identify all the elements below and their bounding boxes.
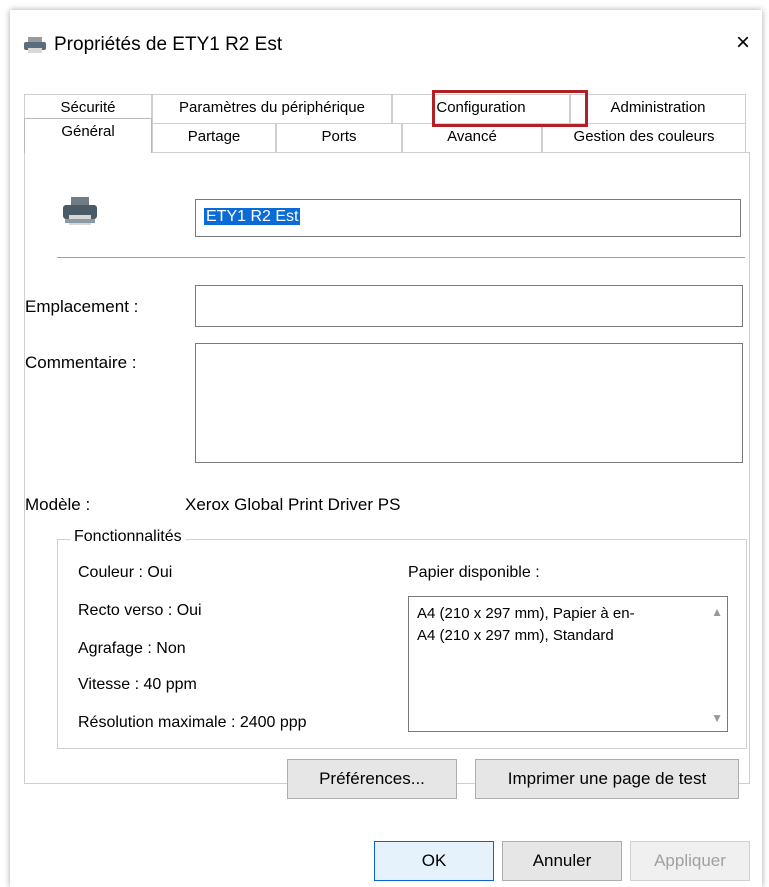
modele-value: Xerox Global Print Driver PS	[185, 495, 401, 514]
tab-configuration[interactable]: Configuration	[392, 94, 570, 124]
cancel-button[interactable]: Annuler	[502, 841, 622, 881]
tab-ports[interactable]: Ports	[276, 123, 402, 152]
feature-recto-verso: Recto verso : Oui	[78, 602, 202, 619]
emplacement-field[interactable]	[195, 285, 743, 327]
modele-label: Modèle :	[25, 495, 91, 514]
properties-window: Propriétés de ETY1 R2 Est × Sécurité Par…	[10, 10, 762, 887]
tab-general[interactable]: Général	[24, 118, 152, 153]
commentaire-label: Commentaire :	[25, 353, 137, 372]
scroll-down-icon[interactable]: ▼	[711, 711, 723, 725]
papier-label: Papier disponible :	[408, 564, 540, 581]
tab-partage[interactable]: Partage	[152, 123, 276, 152]
tab-avance[interactable]: Avancé	[402, 123, 542, 152]
features-group: Fonctionnalités Couleur : Oui Recto vers…	[57, 528, 747, 749]
window-title: Propriétés de ETY1 R2 Est	[54, 34, 283, 55]
feature-vitesse: Vitesse : 40 ppm	[78, 676, 197, 693]
paper-item: A4 (210 x 297 mm), Papier à en-	[417, 605, 635, 622]
feature-resolution: Résolution maximale : 2400 ppp	[78, 714, 307, 731]
tab-parametres-peripherique[interactable]: Paramètres du périphérique	[152, 94, 392, 124]
scroll-up-icon[interactable]: ▲	[711, 605, 723, 619]
ok-button[interactable]: OK	[374, 841, 494, 881]
tab-strip: Sécurité Paramètres du périphérique Conf…	[24, 90, 746, 153]
title-bar: Propriétés de ETY1 R2 Est ×	[10, 10, 762, 72]
features-title: Fonctionnalités	[70, 528, 186, 546]
separator-line	[57, 257, 745, 258]
close-icon[interactable]: ×	[728, 28, 758, 58]
general-panel: ETY1 R2 Est Emplacement : Commentaire : …	[24, 152, 750, 799]
preferences-button[interactable]: Préférences...	[287, 759, 457, 799]
feature-agrafage: Agrafage : Non	[78, 640, 186, 657]
printer-icon	[63, 197, 97, 225]
tab-administration[interactable]: Administration	[570, 94, 746, 124]
printer-title-icon	[24, 37, 46, 53]
tab-gestion-couleurs[interactable]: Gestion des couleurs	[542, 123, 746, 152]
printer-name-field[interactable]: ETY1 R2 Est	[195, 199, 741, 237]
printer-name-selected-text: ETY1 R2 Est	[204, 208, 301, 225]
emplacement-label: Emplacement :	[25, 297, 139, 316]
commentaire-field[interactable]	[195, 343, 743, 463]
print-test-page-button[interactable]: Imprimer une page de test	[475, 759, 739, 799]
paper-list[interactable]: A4 (210 x 297 mm), Papier à en- A4 (210 …	[408, 596, 728, 732]
apply-button: Appliquer	[630, 841, 750, 881]
paper-item: A4 (210 x 297 mm), Standard	[417, 627, 614, 644]
feature-couleur: Couleur : Oui	[78, 564, 173, 581]
